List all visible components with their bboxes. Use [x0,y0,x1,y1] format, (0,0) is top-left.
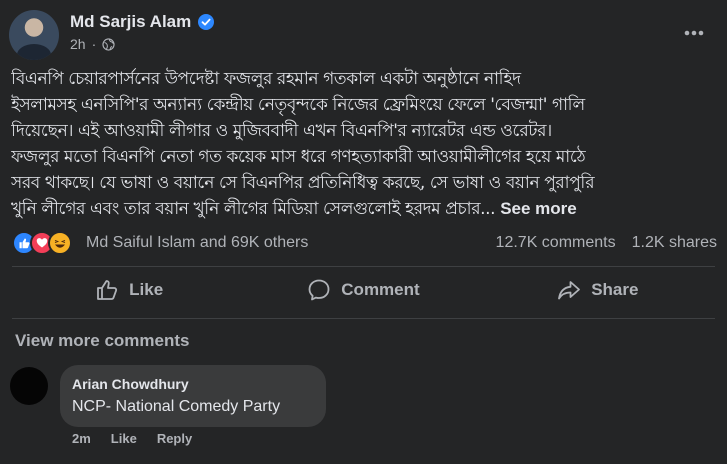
post-stats: Md Saiful Islam and 69K others 12.7K com… [0,229,727,257]
post-text-line: ফজলুর মতো বিএনপি নেতা গত কয়েক মাস ধরে গ… [11,147,586,167]
post-actions: Like Comment Share [12,270,715,310]
post-text-line: ইসলামসহ এনসিপি'র অন্যান্য কেন্দ্রীয় নেত… [11,95,585,115]
thumbs-up-icon [97,280,118,300]
comment-like-button[interactable]: Like [111,431,137,446]
like-button[interactable]: Like [12,270,246,310]
comment-label: Comment [341,280,420,299]
more-options-icon [684,30,704,36]
share-arrow-icon [558,281,581,300]
comment-time[interactable]: 2m [72,431,91,446]
more-options-button[interactable] [677,18,711,48]
author-avatar[interactable] [9,10,59,60]
view-more-comments-link[interactable]: View more comments [15,331,189,351]
reaction-icons[interactable] [12,231,72,255]
comment-meta: 2m Like Reply [72,431,192,446]
author-name[interactable]: Md Sarjis Alam [70,12,191,32]
post-text-line: দিয়েছেন। এই আওয়ামী লীগার ও মুজিববাদী এ… [11,121,552,141]
post-meta: 2h · [70,36,115,52]
divider [12,318,715,319]
author-row: Md Sarjis Alam [70,11,215,33]
comment-text: NCP- National Comedy Party [72,398,281,415]
post-text-line: সরব থাকছে। যে ভাষা ও বয়ানে সে বিএনপির প… [11,173,595,193]
like-label: Like [129,280,164,299]
post-text-line: খুনি লীগের এবং তার বয়ান খুনি লীগের মিডি… [11,199,496,219]
reaction-names[interactable]: Md Saiful Islam and 69K others [86,234,308,252]
post-text-last-line: খুনি লীগের এবং তার বয়ান খুনি লীগের মিডি… [11,196,717,222]
verified-badge-icon [198,14,215,30]
post-text: বিএনপি চেয়ারপার্সনের উপদেষ্টা ফজলুর রহম… [11,66,717,222]
meta-dot: · [91,36,97,52]
globe-icon [102,37,115,51]
comment-bubble: Arian Chowdhury NCP- National Comedy Par… [60,365,326,427]
post-text-line: বিএনপি চেয়ারপার্সনের উপদেষ্টা ফজলুর রহম… [11,69,521,89]
comments-count[interactable]: 12.7K comments [496,234,616,252]
post-time[interactable]: 2h [70,36,86,52]
divider [12,266,715,267]
haha-reaction-icon [48,231,72,255]
commenter-name[interactable]: Arian Chowdhury [72,376,314,392]
commenter-avatar[interactable] [10,367,48,405]
share-button[interactable]: Share [481,270,715,310]
comment-button[interactable]: Comment [246,270,480,310]
stats-counts: 12.7K comments 1.2K shares [496,234,717,252]
see-more-link[interactable]: See more [500,199,577,218]
shares-count[interactable]: 1.2K shares [632,234,717,252]
share-label: Share [591,280,639,299]
comment-reply-button[interactable]: Reply [157,431,192,446]
comment-bubble-icon [308,279,330,301]
post-header: Md Sarjis Alam 2h · [0,0,727,66]
